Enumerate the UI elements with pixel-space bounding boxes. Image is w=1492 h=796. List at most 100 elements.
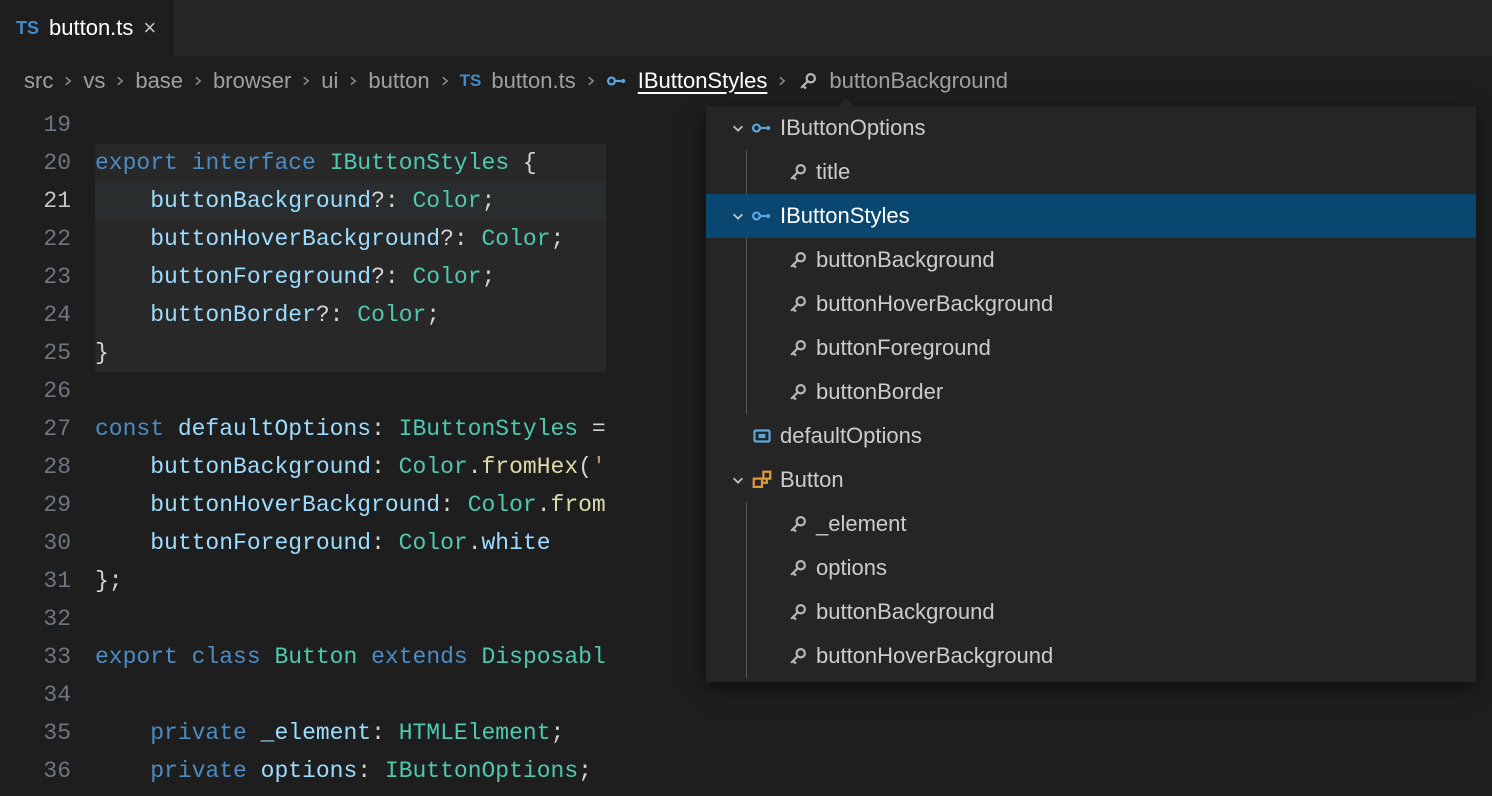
property-icon xyxy=(784,601,812,623)
outline-item-constant[interactable]: defaultOptions xyxy=(706,414,1476,458)
line-number: 34 xyxy=(0,676,71,714)
outline-item-label: _element xyxy=(816,511,907,537)
outline-item-label: buttonHoverBackground xyxy=(816,291,1053,317)
code-line[interactable]: export interface IButtonStyles { xyxy=(95,144,606,182)
code-line[interactable] xyxy=(95,372,606,410)
typescript-file-icon: TS xyxy=(460,71,482,91)
breadcrumb-segment[interactable]: button xyxy=(368,68,429,94)
property-icon xyxy=(784,381,812,403)
code-line[interactable] xyxy=(95,600,606,638)
outline-item-property[interactable]: buttonForeground xyxy=(706,326,1476,370)
chevron-down-icon[interactable] xyxy=(728,121,748,135)
code-line[interactable]: buttonForeground: Color.white xyxy=(95,524,606,562)
property-icon xyxy=(784,161,812,183)
code-line[interactable]: private options: IButtonOptions; xyxy=(95,752,606,790)
outline-item-property[interactable]: buttonHoverBackground xyxy=(706,282,1476,326)
class-icon xyxy=(748,469,776,491)
line-number: 35 xyxy=(0,714,71,752)
chevron-right-icon xyxy=(297,75,315,87)
interface-icon xyxy=(606,70,628,92)
line-number: 31 xyxy=(0,562,71,600)
outline-item-label: Button xyxy=(780,467,844,493)
outline-item-label: buttonBackground xyxy=(816,247,995,273)
outline-item-label: buttonBorder xyxy=(816,379,943,405)
outline-item-property[interactable]: _element xyxy=(706,502,1476,546)
outline-item-property[interactable]: buttonBorder xyxy=(706,370,1476,414)
outline-dropdown[interactable]: IButtonOptions title IButtonStyles buttonBa… xyxy=(706,106,1476,682)
outline-item-property[interactable]: buttonHoverBackground xyxy=(706,634,1476,678)
outline-item-interface[interactable]: IButtonOptions xyxy=(706,106,1476,150)
breadcrumb-segment[interactable]: vs xyxy=(83,68,105,94)
outline-item-label: defaultOptions xyxy=(780,423,922,449)
constant-icon xyxy=(748,425,776,447)
code-line[interactable]: export class Button extends Disposabl xyxy=(95,638,606,676)
code-line[interactable]: buttonHoverBackground: Color.from xyxy=(95,486,606,524)
line-number: 32 xyxy=(0,600,71,638)
outline-item-interface[interactable]: IButtonStyles xyxy=(706,194,1476,238)
code-line[interactable]: buttonBorder?: Color; xyxy=(95,296,606,334)
code-line[interactable]: private _element: HTMLElement; xyxy=(95,714,606,752)
breadcrumb: src vs base browser ui button TS button.… xyxy=(0,56,1492,106)
breadcrumb-segment[interactable]: src xyxy=(24,68,53,94)
breadcrumb-segment[interactable]: ui xyxy=(321,68,338,94)
outline-item-label: buttonBackground xyxy=(816,599,995,625)
outline-item-property[interactable]: buttonBackground xyxy=(706,590,1476,634)
line-number: 19 xyxy=(0,106,71,144)
chevron-right-icon xyxy=(773,75,791,87)
code-line[interactable]: buttonForeground?: Color; xyxy=(95,258,606,296)
chevron-right-icon xyxy=(344,75,362,87)
code-line[interactable]: buttonHoverBackground?: Color; xyxy=(95,220,606,258)
tab-bar: TS button.ts × xyxy=(0,0,1492,56)
outline-item-property[interactable]: options xyxy=(706,546,1476,590)
property-icon xyxy=(784,337,812,359)
breadcrumb-symbol-property[interactable]: buttonBackground xyxy=(829,68,1008,94)
line-number: 24 xyxy=(0,296,71,334)
code-line[interactable] xyxy=(95,106,606,144)
outline-item-label: IButtonStyles xyxy=(780,203,910,229)
line-number: 36 xyxy=(0,752,71,790)
property-icon xyxy=(784,249,812,271)
outline-item-property[interactable]: title xyxy=(706,150,1476,194)
line-number-gutter: 192021222324252627282930313233343536 xyxy=(0,106,95,796)
outline-item-class[interactable]: Button xyxy=(706,458,1476,502)
property-icon xyxy=(784,293,812,315)
code-content[interactable]: export interface IButtonStyles { buttonB… xyxy=(95,106,606,796)
outline-item-property[interactable]: buttonBackground xyxy=(706,238,1476,282)
breadcrumb-symbol-interface[interactable]: IButtonStyles xyxy=(638,68,768,94)
code-line[interactable]: const defaultOptions: IButtonStyles = xyxy=(95,410,606,448)
line-number: 30 xyxy=(0,524,71,562)
property-icon xyxy=(797,70,819,92)
outline-item-label: buttonHoverBackground xyxy=(816,643,1053,669)
breadcrumb-segment[interactable]: base xyxy=(135,68,183,94)
line-number: 20 xyxy=(0,144,71,182)
chevron-right-icon xyxy=(59,75,77,87)
line-number: 27 xyxy=(0,410,71,448)
tab-filename: button.ts xyxy=(49,15,133,41)
chevron-down-icon[interactable] xyxy=(728,209,748,223)
outline-item-label: title xyxy=(816,159,850,185)
property-icon xyxy=(784,557,812,579)
code-line[interactable]: buttonBackground: Color.fromHex(' xyxy=(95,448,606,486)
line-number: 29 xyxy=(0,486,71,524)
line-number: 28 xyxy=(0,448,71,486)
close-tab-icon[interactable]: × xyxy=(143,15,156,41)
chevron-down-icon[interactable] xyxy=(728,473,748,487)
line-number: 25 xyxy=(0,334,71,372)
outline-item-label: options xyxy=(816,555,887,581)
interface-icon xyxy=(748,205,776,227)
breadcrumb-file[interactable]: button.ts xyxy=(491,68,575,94)
interface-icon xyxy=(748,117,776,139)
chevron-right-icon xyxy=(189,75,207,87)
code-line[interactable]: } xyxy=(95,334,606,372)
line-number: 33 xyxy=(0,638,71,676)
breadcrumb-segment[interactable]: browser xyxy=(213,68,291,94)
typescript-file-icon: TS xyxy=(16,18,39,39)
code-line[interactable] xyxy=(95,676,606,714)
code-line[interactable]: buttonBackground?: Color; xyxy=(95,182,606,220)
tab-button-ts[interactable]: TS button.ts × xyxy=(0,0,173,56)
line-number: 26 xyxy=(0,372,71,410)
chevron-right-icon xyxy=(436,75,454,87)
chevron-right-icon xyxy=(582,75,600,87)
code-line[interactable]: }; xyxy=(95,562,606,600)
outline-item-label: IButtonOptions xyxy=(780,115,926,141)
